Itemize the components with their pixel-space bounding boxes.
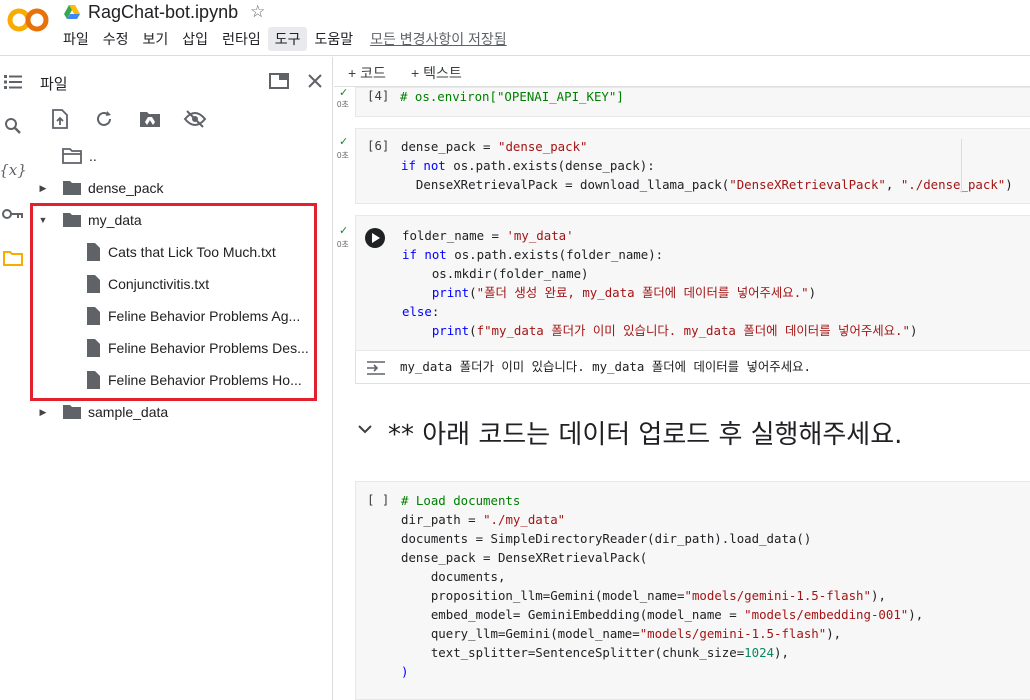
code-line: embed_model= GeminiEmbedding(model_name … <box>401 607 924 622</box>
menu-file[interactable]: 파일 <box>56 27 96 51</box>
code-line: # os.environ["OPENAI_API_KEY"] <box>400 89 624 104</box>
chevron-down-icon[interactable] <box>358 421 372 439</box>
code-line: if not os.path.exists(dense_pack): <box>401 158 655 173</box>
refresh-icon[interactable] <box>92 107 116 131</box>
close-icon[interactable] <box>303 69 327 93</box>
folder-icon[interactable] <box>2 247 24 269</box>
code-line: documents = SimpleDirectoryReader(dir_pa… <box>401 531 812 546</box>
upload-file-icon[interactable] <box>48 107 72 131</box>
add-text-button[interactable]: + 텍스트 <box>411 63 462 83</box>
code-cell[interactable]: # Load documents dir_path = "./my_data"do… <box>355 481 1030 700</box>
colab-logo[interactable] <box>6 3 50 37</box>
cell-prompt: [4] <box>367 88 390 103</box>
cell-exec-time: 0초 <box>337 100 349 109</box>
menu-insert[interactable]: 삽입 <box>175 27 215 51</box>
files-panel: 파일 .. ▶ dense_pack ▼ my_data Cats that L… <box>27 57 333 700</box>
annotation-highlight-box <box>30 203 317 401</box>
code-line: proposition_llm=Gemini(model_name="model… <box>401 588 886 603</box>
menu-tools[interactable]: 도구 <box>267 27 308 51</box>
code-line: os.mkdir(folder_name) <box>402 266 589 281</box>
code-line: text_splitter=SentenceSplitter(chunk_siz… <box>401 645 789 660</box>
code-line: query_llm=Gemini(model_name="models/gemi… <box>401 626 842 641</box>
notebook-toolbar: + 코드 + 텍스트 <box>334 57 1030 87</box>
table-of-contents-icon[interactable] <box>2 71 24 93</box>
folder-icon <box>63 405 81 419</box>
output-toggle-icon[interactable] <box>366 360 386 376</box>
folder-icon <box>63 181 81 195</box>
notebook-title[interactable]: RagChat-bot.ipynb <box>88 2 238 23</box>
code-cell[interactable]: # os.environ["OPENAI_API_KEY"] <box>355 87 1030 117</box>
app-header: RagChat-bot.ipynb ☆ 파일 수정 보기 삽입 런타임 도구 도… <box>0 0 1030 56</box>
code-line: else: <box>402 304 440 319</box>
check-icon: ✓ <box>339 136 349 148</box>
variables-icon[interactable]: {x} <box>0 159 27 181</box>
menu-view[interactable]: 보기 <box>136 27 176 51</box>
code-line: documents, <box>401 569 506 584</box>
code-cell[interactable]: folder_name = 'my_data'if not os.path.ex… <box>355 215 1030 351</box>
add-code-button[interactable]: + 코드 <box>348 63 386 83</box>
menu-bar: 파일 수정 보기 삽입 런타임 도구 도움말 모든 변경사항이 저장됨 <box>56 27 507 51</box>
cell-prompt: [ ] <box>367 492 390 507</box>
run-cell-button[interactable] <box>364 227 386 249</box>
cell-exec-time: 0초 <box>337 151 349 160</box>
open-in-tab-icon[interactable] <box>267 69 291 93</box>
cell-exec-time: 0초 <box>337 240 349 249</box>
code-line: ) <box>401 664 409 679</box>
code-line: dir_path = "./my_data" <box>401 512 566 527</box>
markdown-heading: ** 아래 코드는 데이터 업로드 후 실행해주세요. <box>388 420 903 450</box>
code-line: print("폴더 생성 완료, my_data 폴더에 데이터를 넣어주세요.… <box>431 285 817 300</box>
search-icon[interactable] <box>2 115 24 137</box>
star-icon[interactable]: ☆ <box>250 2 265 22</box>
check-icon: ✓ <box>339 87 349 99</box>
menu-help[interactable]: 도움말 <box>307 27 360 51</box>
tree-item-dense-pack[interactable]: ▶ dense_pack <box>27 172 333 204</box>
menu-edit[interactable]: 수정 <box>96 27 136 51</box>
code-line: # Load documents <box>401 493 521 508</box>
tree-item-parent[interactable]: .. <box>27 140 333 172</box>
caret-right-icon[interactable]: ▶ <box>38 183 48 193</box>
left-rail: {x} <box>0 57 27 700</box>
cell-prompt: [6] <box>367 138 390 153</box>
menu-runtime[interactable]: 런타임 <box>215 27 268 51</box>
panel-title: 파일 <box>40 76 68 93</box>
ruler-line <box>961 139 962 193</box>
mount-drive-icon[interactable] <box>138 107 162 131</box>
code-cell[interactable]: dense_pack = "dense_pack"if not os.path.… <box>355 128 1030 204</box>
output-text: my_data 폴더가 이미 있습니다. my_data 폴더에 데이터를 넣어… <box>400 359 811 374</box>
code-line: DenseXRetrievalPack = download_llama_pac… <box>401 177 1013 192</box>
code-line: dense_pack = "dense_pack" <box>401 139 588 154</box>
code-line: folder_name = 'my_data' <box>402 228 574 243</box>
google-drive-icon[interactable] <box>64 5 80 19</box>
cell-output: my_data 폴더가 이미 있습니다. my_data 폴더에 데이터를 넣어… <box>355 351 1030 384</box>
save-status[interactable]: 모든 변경사항이 저장됨 <box>370 29 507 49</box>
caret-right-icon[interactable]: ▶ <box>38 407 48 417</box>
folder-open-icon <box>62 148 82 164</box>
code-line: if not os.path.exists(folder_name): <box>402 247 664 262</box>
code-line: dense_pack = DenseXRetrievalPack( <box>401 550 648 565</box>
code-line: print(f"my_data 폴더가 이미 있습니다. my_data 폴더에… <box>431 323 918 338</box>
key-icon[interactable] <box>2 203 24 225</box>
check-icon: ✓ <box>339 225 349 237</box>
hide-files-icon[interactable] <box>183 107 207 131</box>
